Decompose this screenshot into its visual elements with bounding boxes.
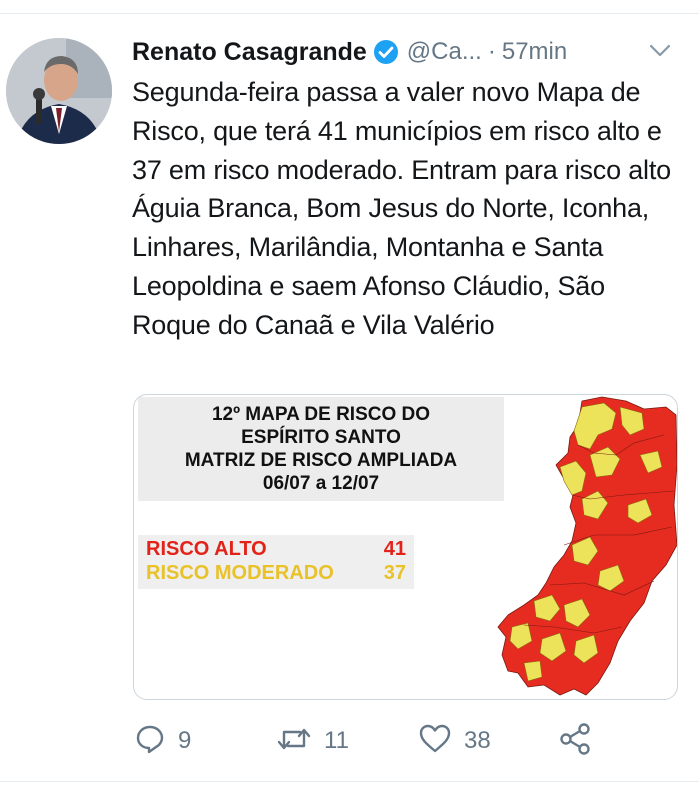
like-button[interactable]: 38 (418, 718, 491, 764)
media-title-box: 12º MAPA DE RISCO DO ESPÍRITO SANTO MATR… (138, 397, 504, 501)
author-handle[interactable]: @Ca... (407, 38, 482, 66)
legend-value-moderate: 37 (383, 562, 406, 584)
timestamp[interactable]: 57min (502, 38, 567, 66)
reply-icon (134, 723, 166, 760)
risk-legend: RISCO ALTO 41 RISCO MODERADO 37 (138, 535, 414, 589)
media-title-line-2: ESPÍRITO SANTO (241, 427, 401, 448)
retweet-icon (276, 723, 312, 760)
legend-label-moderate: RISCO MODERADO (146, 562, 334, 584)
legend-label-high: RISCO ALTO (146, 538, 267, 560)
media-title-line-1: 12º MAPA DE RISCO DO (211, 404, 431, 425)
risk-map (497, 396, 677, 696)
retweet-button[interactable]: 11 (276, 718, 349, 764)
tweet-media[interactable]: 12º MAPA DE RISCO DO ESPÍRITO SANTO MATR… (133, 394, 678, 700)
retweet-count: 11 (324, 727, 349, 754)
verified-badge-icon (373, 39, 399, 65)
tweet-text: Segunda-feira passa a valer novo Mapa de… (132, 77, 671, 340)
share-icon (558, 722, 592, 760)
legend-value-high: 41 (383, 538, 406, 560)
tweet-actions: 9 11 38 (0, 718, 699, 764)
reply-button[interactable]: 9 (134, 718, 191, 764)
bottom-divider (0, 781, 699, 782)
separator-dot: · (487, 38, 496, 65)
chevron-down-icon[interactable] (648, 40, 672, 62)
like-icon (418, 723, 452, 760)
share-button[interactable] (558, 718, 592, 764)
top-divider (0, 13, 699, 14)
author-name[interactable]: Renato Casagrande (132, 38, 367, 67)
tweet-header: Renato Casagrande @Ca... · 57min (132, 32, 692, 72)
avatar-photo (6, 38, 112, 144)
avatar[interactable] (6, 38, 112, 144)
reply-count: 9 (178, 727, 192, 754)
like-count: 38 (464, 727, 491, 754)
media-title-line-4: 06/07 a 12/07 (262, 473, 380, 494)
media-title-line-3: MATRIZ DE RISCO AMPLIADA (184, 450, 458, 471)
